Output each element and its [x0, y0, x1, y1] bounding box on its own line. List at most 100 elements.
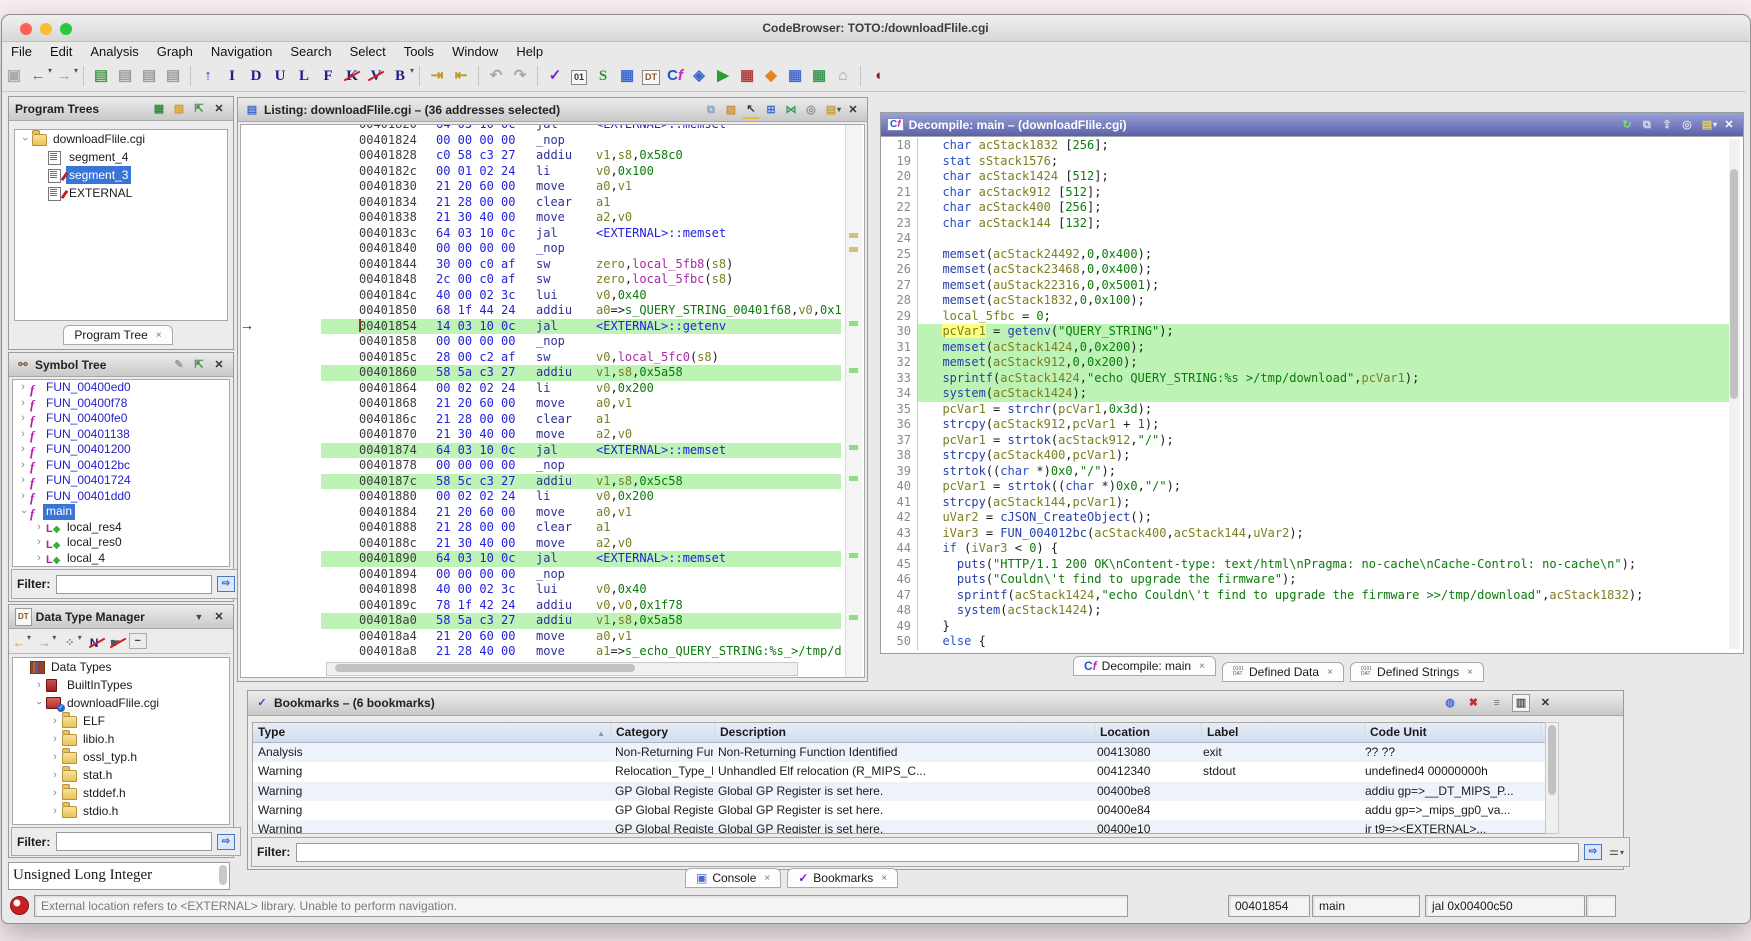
decompile-line-29[interactable]: 29 local_5fbc = 0; [881, 309, 1729, 325]
expand-icon[interactable]: › [49, 802, 61, 820]
scrollbar-thumb[interactable] [219, 865, 227, 885]
dropdown-arrow-icon[interactable]: ▾ [410, 66, 414, 75]
decompile-line-34[interactable]: 34 system(acStack1424); [881, 386, 1729, 402]
tree-item-stat-h[interactable]: ›stat.h [13, 766, 229, 784]
memory-move-icon[interactable]: ▤ [162, 65, 184, 87]
tree-item-builtintypes[interactable]: ›BuiltInTypes [13, 676, 229, 694]
decompile-line-40[interactable]: 40 pcVar1 = strtok((char *)0x0,"/"); [881, 479, 1729, 495]
decompile-line-18[interactable]: 18 char acStack1832 [256]; [881, 138, 1729, 154]
tree-item-local-4[interactable]: ›L◆local_4 [13, 551, 229, 567]
audio-icon[interactable]: ◖ [867, 65, 889, 87]
menu-tools[interactable]: Tools [395, 41, 443, 62]
decompile-line-50[interactable]: 50 else { [881, 634, 1729, 650]
letter-d-icon[interactable]: D [245, 65, 267, 87]
dtm-forward-icon[interactable]: → [35, 632, 53, 654]
bookmark-row-3[interactable]: WarningGP Global Register SetGlobal GP R… [253, 801, 1546, 820]
goto-symbol-icon[interactable]: ⇱ [191, 357, 207, 373]
letter-u-icon[interactable]: U [269, 65, 291, 87]
close-panel-icon[interactable]: ✕ [845, 102, 861, 118]
tree-item-main[interactable]: ›fmain [13, 504, 229, 520]
decompile-line-42[interactable]: 42 uVar2 = cJSON_CreateObject(); [881, 510, 1729, 526]
memory-block-icon[interactable]: ▤ [114, 65, 136, 87]
listing-row-00401824[interactable]: 0040182400 00 00 00_nop [241, 133, 841, 149]
tab-console[interactable]: ▣Console× [685, 868, 781, 888]
memory-import-icon[interactable]: ▤ [90, 65, 112, 87]
memory-map-icon[interactable]: ⌂ [832, 65, 854, 87]
bookmarks-filter-input[interactable] [296, 843, 1579, 862]
listing-row-00401874[interactable]: 0040187464 03 10 0cjal<EXTERNAL>::memset [241, 443, 841, 459]
back-icon[interactable]: ← [27, 65, 49, 87]
column-header-code-unit[interactable]: Code Unit [1365, 723, 1541, 742]
expand-icon[interactable]: › [17, 489, 29, 505]
decompile-header[interactable]: Cf Decompile: main – (downloadFlile.cgi)… [881, 113, 1743, 137]
snapshot-icon[interactable]: ◎ [1679, 117, 1695, 133]
listing-row-00401840[interactable]: 0040184000 00 00 00_nop [241, 241, 841, 257]
web-icon[interactable]: ◍ [1442, 695, 1458, 711]
margin-mark[interactable] [849, 553, 858, 558]
listing-row-00401878[interactable]: 0040187800 00 00 00_nop [241, 458, 841, 474]
vertical-scrollbar[interactable] [1729, 139, 1740, 649]
listing-row-0040183c[interactable]: 0040183c64 03 10 0cjal<EXTERNAL>::memset [241, 226, 841, 242]
expand-icon[interactable]: › [33, 551, 45, 567]
decompile-line-36[interactable]: 36 strcpy(acStack912,pcVar1 + 1); [881, 417, 1729, 433]
tree-item-downloadflile-cgi[interactable]: ›downloadFlile.cgi [15, 130, 227, 148]
filter-types-icon[interactable]: ≡ [1489, 695, 1505, 711]
decompile-line-20[interactable]: 20 char acStack1424 [512]; [881, 169, 1729, 185]
tree-item-segment-3[interactable]: segment_3 [15, 166, 227, 184]
scrollbar-thumb[interactable] [1548, 725, 1556, 795]
letter-f-icon[interactable]: F [317, 65, 339, 87]
bookmark-row-1[interactable]: WarningRelocation_Type_R_...Unhandled El… [253, 762, 1546, 781]
decompile-line-43[interactable]: 43 iVar3 = FUN_004012bc(acStack400,acSta… [881, 526, 1729, 542]
listing-row-00401828[interactable]: 00401828c0 58 c3 27addiuv1,s8,0x58c0 [241, 148, 841, 164]
dtm-header[interactable]: DT Data Type Manager ▼ ✕ [9, 605, 233, 629]
dtm-menu-icon[interactable]: ▼ [191, 609, 207, 625]
listing-row-00401830[interactable]: 0040183021 20 60 00movea0,v1 [241, 179, 841, 195]
column-header-label[interactable]: Label [1202, 723, 1365, 742]
up-icon[interactable]: ↑ [197, 65, 219, 87]
edit-listing-fields-icon[interactable]: ⊞ [763, 102, 779, 118]
memory-copy-icon[interactable]: ▤ [138, 65, 160, 87]
diamond-icon[interactable]: ◆ [760, 65, 782, 87]
expand-icon[interactable]: › [33, 535, 45, 551]
collapse-icon[interactable]: › [15, 506, 31, 518]
expand-icon[interactable]: › [49, 784, 61, 802]
listing-row-0040186c[interactable]: 0040186c21 28 00 00cleara1 [241, 412, 841, 428]
tab-defined-data[interactable]: 0101DATDefined Data× [1222, 662, 1344, 682]
decompile-line-27[interactable]: 27 memset(auStack22316,0,0x5001); [881, 278, 1729, 294]
listing-row-00401860[interactable]: 0040186058 5a c3 27addiuv1,s8,0x5a58 [241, 365, 841, 381]
listing-row-0040189c[interactable]: 0040189c78 1f 42 24addiuv0,v0,0x1f78 [241, 598, 841, 614]
column-header-description[interactable]: Description [715, 723, 1095, 742]
menu-select[interactable]: Select [341, 41, 395, 62]
decompile-line-35[interactable]: 35 pcVar1 = strchr(pcVar1,0x3d); [881, 402, 1729, 418]
listing-row-00401854[interactable]: 0040185414 03 10 0cjal<EXTERNAL>::getenv [241, 319, 841, 335]
close-tab-icon[interactable]: × [156, 330, 162, 341]
letter-i-icon[interactable]: I [221, 65, 243, 87]
listing-row-0040185c[interactable]: 0040185c28 00 c2 afswv0,local_5fc0(s8) [241, 350, 841, 366]
decompile-line-22[interactable]: 22 char acStack400 [256]; [881, 200, 1729, 216]
menu-analysis[interactable]: Analysis [81, 41, 147, 62]
letter-b-icon[interactable]: B [389, 65, 411, 87]
tab-defined-strings[interactable]: 0101DATDefined Strings× [1350, 662, 1484, 682]
margin-mark[interactable] [849, 445, 858, 450]
listing-row-0040182c[interactable]: 0040182c00 01 02 24liv0,0x100 [241, 164, 841, 180]
menu-help[interactable]: Help [507, 41, 552, 62]
column-header-category[interactable]: Category [611, 723, 715, 742]
decompile-line-44[interactable]: 44 if (iVar3 < 0) { [881, 541, 1729, 557]
defined-data-icon[interactable]: ▦ [616, 65, 638, 87]
expand-icon[interactable]: › [17, 427, 29, 443]
tree-item-fun-00401dd0[interactable]: ›fFUN_00401dd0 [13, 489, 229, 505]
function-in-icon[interactable]: ⇥ [426, 65, 448, 87]
menu-edit[interactable]: Edit [41, 41, 81, 62]
decompile-line-25[interactable]: 25 memset(acStack24492,0,0x400); [881, 247, 1729, 263]
symbol-filter-input[interactable] [56, 575, 212, 594]
tab-bookmarks[interactable]: ✓Bookmarks× [787, 868, 898, 888]
listing-row-004018a4[interactable]: 004018a421 20 60 00movea0,v1 [241, 629, 841, 645]
program-trees-header[interactable]: Program Trees ▦ ▨ ⇱ ✕ [9, 97, 233, 121]
listing-row-004018a0[interactable]: 004018a058 5a c3 27addiuv1,s8,0x5a58 [241, 613, 841, 629]
column-header-location[interactable]: Location [1095, 723, 1202, 742]
expand-icon[interactable]: › [33, 676, 45, 694]
forward-icon[interactable]: → [53, 65, 75, 87]
listing-row-0040187c[interactable]: 0040187c58 5c c3 27addiuv1,s8,0x5c58 [241, 474, 841, 490]
expand-icon[interactable]: › [17, 458, 29, 474]
listing-row-00401884[interactable]: 0040188421 20 60 00movea0,v1 [241, 505, 841, 521]
